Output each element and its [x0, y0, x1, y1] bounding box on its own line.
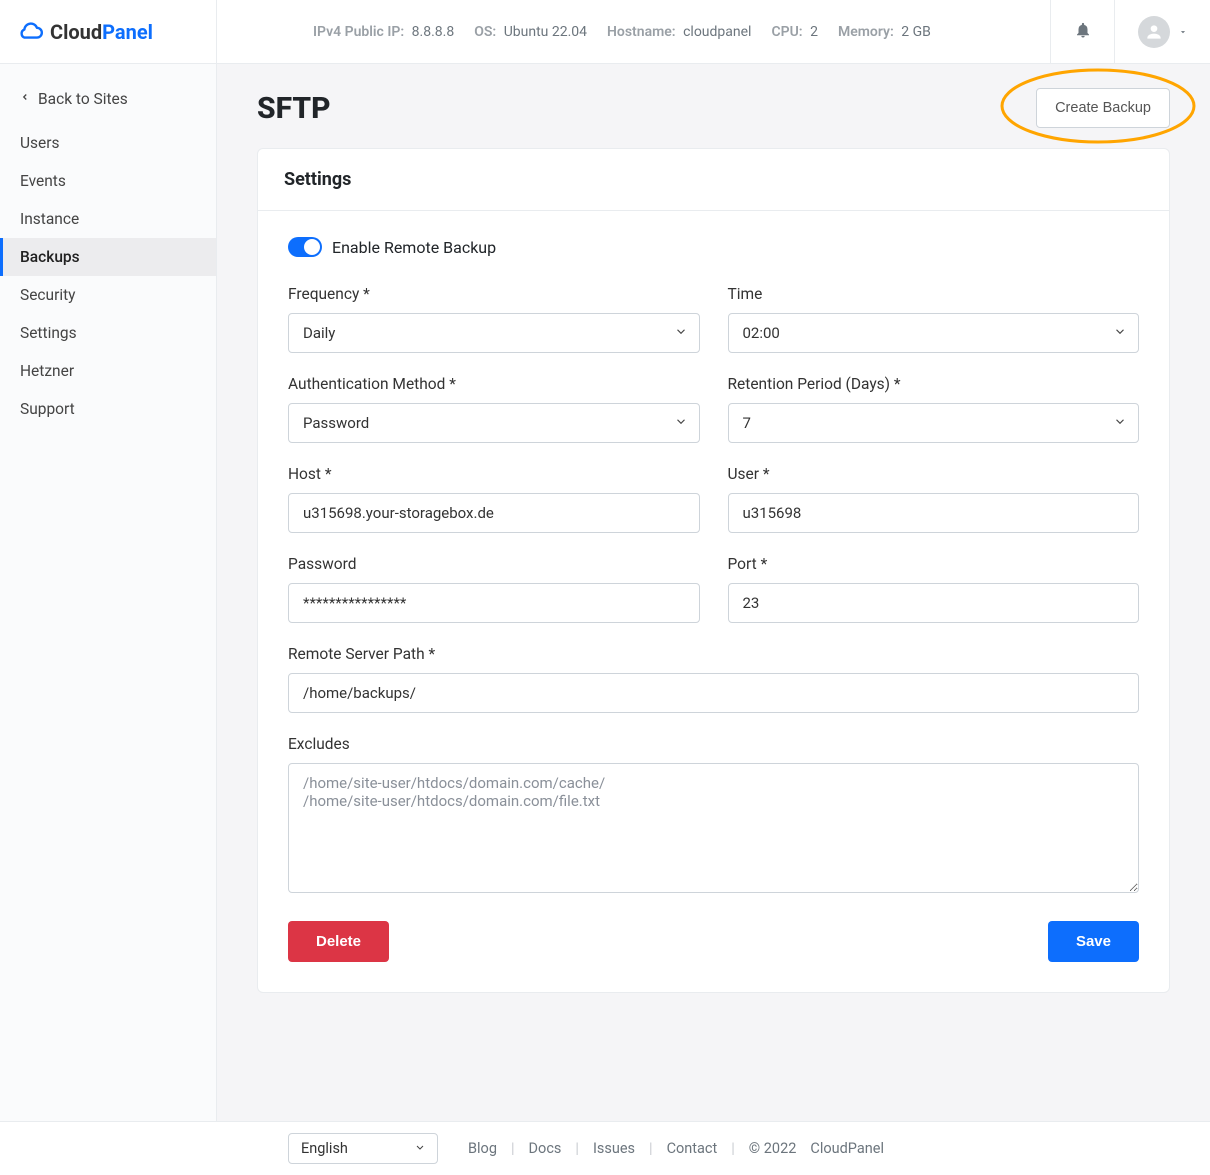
host-input[interactable] [288, 493, 700, 533]
language-select-wrap: English [288, 1133, 438, 1164]
retention-group: Retention Period (Days) * 7 [728, 375, 1140, 443]
auth-method-select[interactable]: Password [288, 403, 700, 443]
port-input[interactable] [728, 583, 1140, 623]
retention-select[interactable]: 7 [728, 403, 1140, 443]
footer-copyright: © 2022 [749, 1140, 797, 1157]
host-label: Host * [288, 465, 700, 483]
user-group: User * [728, 465, 1140, 533]
frequency-label: Frequency * [288, 285, 700, 303]
sidebar-item-security[interactable]: Security [0, 276, 216, 314]
footer-link-contact[interactable]: Contact [667, 1140, 718, 1157]
language-select[interactable]: English [288, 1133, 438, 1164]
footer: English Blog| Docs| Issues| Contact| © 2… [0, 1121, 1210, 1175]
back-to-sites-link[interactable]: Back to Sites [0, 76, 216, 124]
meta-os: OS: Ubuntu 22.04 [474, 24, 587, 40]
main-content: SFTP Create Backup Settings Enable Remot… [217, 64, 1210, 1121]
meta-memory: Memory: 2 GB [838, 24, 931, 40]
brand-text-panel: Panel [102, 20, 153, 44]
user-menu[interactable] [1114, 0, 1210, 63]
page-title: SFTP [257, 91, 331, 126]
footer-link-issues[interactable]: Issues [593, 1140, 635, 1157]
meta-ip: IPv4 Public IP: 8.8.8.8 [313, 24, 454, 40]
brand-text-cloud: Cloud [50, 20, 102, 44]
time-label: Time [728, 285, 1140, 303]
notifications-button[interactable] [1050, 0, 1114, 63]
sidebar-nav: Users Events Instance Backups Security S… [0, 124, 216, 428]
password-input[interactable] [288, 583, 700, 623]
password-label: Password [288, 555, 700, 573]
sidebar-item-hetzner[interactable]: Hetzner [0, 352, 216, 390]
user-label: User * [728, 465, 1140, 483]
footer-product: CloudPanel [810, 1140, 884, 1157]
frequency-group: Frequency * Daily [288, 285, 700, 353]
topbar-meta: IPv4 Public IP: 8.8.8.8 OS: Ubuntu 22.04… [217, 0, 1050, 63]
cloud-logo-icon [18, 17, 44, 47]
bell-icon [1074, 21, 1092, 43]
auth-method-group: Authentication Method * Password [288, 375, 700, 443]
settings-card-header: Settings [258, 149, 1169, 211]
sidebar-item-backups[interactable]: Backups [0, 238, 216, 276]
enable-remote-backup-toggle[interactable] [288, 237, 322, 257]
time-group: Time 02:00 [728, 285, 1140, 353]
sidebar-item-settings[interactable]: Settings [0, 314, 216, 352]
password-group: Password [288, 555, 700, 623]
port-group: Port * [728, 555, 1140, 623]
retention-label: Retention Period (Days) * [728, 375, 1140, 393]
footer-link-docs[interactable]: Docs [529, 1140, 562, 1157]
footer-link-blog[interactable]: Blog [468, 1140, 497, 1157]
enable-remote-backup-row: Enable Remote Backup [288, 237, 1139, 257]
brand[interactable]: CloudPanel [0, 0, 217, 63]
excludes-textarea[interactable] [288, 763, 1139, 893]
user-input[interactable] [728, 493, 1140, 533]
create-backup-button[interactable]: Create Backup [1036, 88, 1170, 128]
frequency-select[interactable]: Daily [288, 313, 700, 353]
excludes-label: Excludes [288, 735, 1139, 753]
remote-path-input[interactable] [288, 673, 1139, 713]
topbar: CloudPanel IPv4 Public IP: 8.8.8.8 OS: U… [0, 0, 1210, 64]
time-select[interactable]: 02:00 [728, 313, 1140, 353]
enable-remote-backup-label: Enable Remote Backup [332, 238, 496, 257]
meta-hostname: Hostname: cloudpanel [607, 24, 751, 40]
chevron-down-icon [1178, 22, 1188, 41]
auth-method-label: Authentication Method * [288, 375, 700, 393]
remote-path-group: Remote Server Path * [288, 645, 1139, 713]
back-to-sites-label: Back to Sites [38, 90, 128, 108]
sidebar: Back to Sites Users Events Instance Back… [0, 64, 217, 1121]
meta-cpu: CPU: 2 [771, 24, 818, 40]
sidebar-item-instance[interactable]: Instance [0, 200, 216, 238]
delete-button[interactable]: Delete [288, 921, 389, 962]
settings-card: Settings Enable Remote Backup Frequency … [257, 148, 1170, 993]
sidebar-item-support[interactable]: Support [0, 390, 216, 428]
form-button-row: Delete Save [288, 921, 1139, 962]
avatar-icon [1138, 16, 1170, 48]
page-header: SFTP Create Backup [257, 88, 1170, 128]
settings-card-title: Settings [284, 169, 1143, 190]
settings-card-body: Enable Remote Backup Frequency * Daily [258, 211, 1169, 992]
save-button[interactable]: Save [1048, 921, 1139, 962]
sidebar-item-events[interactable]: Events [0, 162, 216, 200]
chevron-left-icon [20, 90, 30, 108]
topbar-right [1050, 0, 1210, 63]
host-group: Host * [288, 465, 700, 533]
toggle-knob-icon [304, 239, 320, 255]
sidebar-item-users[interactable]: Users [0, 124, 216, 162]
remote-path-label: Remote Server Path * [288, 645, 1139, 663]
port-label: Port * [728, 555, 1140, 573]
excludes-group: Excludes [288, 735, 1139, 897]
